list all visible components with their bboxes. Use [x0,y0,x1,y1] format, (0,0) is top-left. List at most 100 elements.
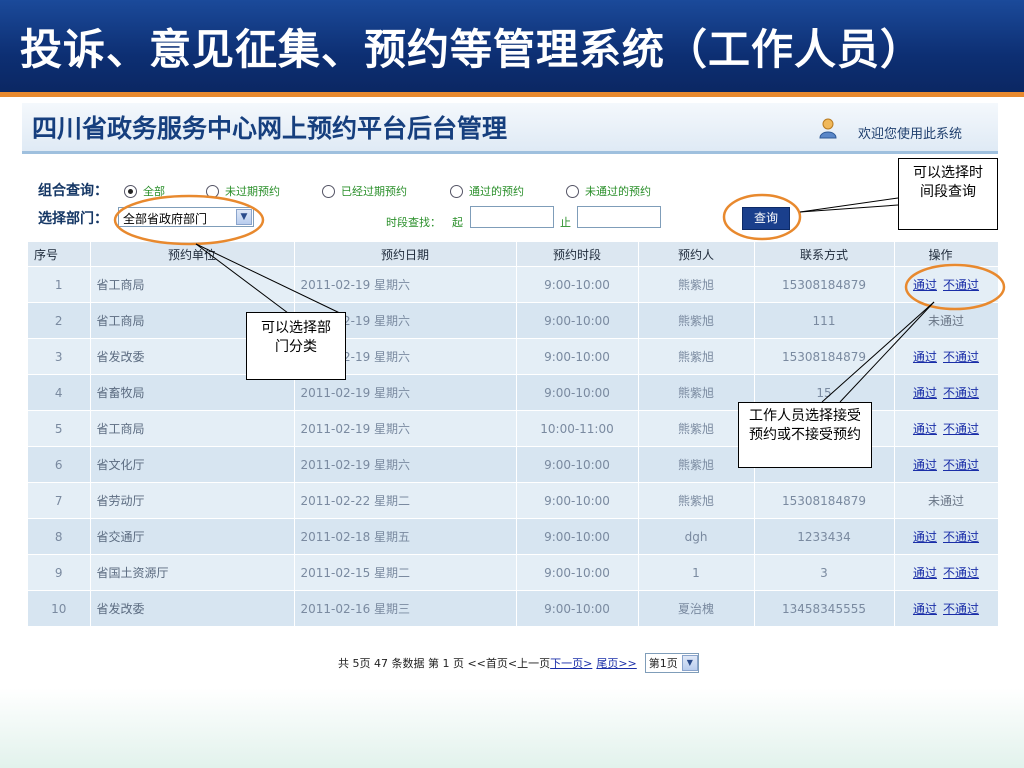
action-cell: 通过 不通过 [894,590,999,626]
approve-link[interactable]: 通过 [913,602,937,616]
approve-link[interactable]: 通过 [913,530,937,544]
dept-select-value: 全部省政府部门 [123,212,208,226]
contact-cell: 15308184879 [754,482,895,519]
radio-dot [450,184,463,198]
person-cell: 熊紫旭 [638,338,755,375]
time-slot-cell: 9:00-10:00 [516,338,639,375]
slide-title: 投诉、意见征集、预约等管理系统（工作人员） [20,25,924,74]
approve-link[interactable]: 通过 [913,566,937,580]
radio-label: 通过的预约 [469,185,524,198]
approve-link[interactable]: 通过 [913,278,937,292]
radio-expired[interactable]: 已经过期预约 [322,183,407,199]
approve-link[interactable]: 通过 [913,422,937,436]
time-slot-cell: 9:00-10:00 [516,302,639,339]
date-cell: 2011-02-19 星期六 [294,266,517,303]
row-number-cell: 10 [28,590,91,626]
col-header-contact: 联系方式 [754,242,895,267]
action-cell: 通过 不通过 [894,266,999,303]
time-pointer-line [799,204,899,213]
page-select-value: 第1页 [648,657,678,670]
col-header-action: 操作 [894,242,999,267]
person-cell: 熊紫旭 [638,410,755,447]
start-time-input[interactable] [470,206,554,228]
next-page-link[interactable]: 下一页> [550,655,592,671]
col-header-date: 预约日期 [294,242,517,267]
contact-cell: 1233434 [754,518,895,555]
callout-action: 工作人员选择接受预约或不接受预约 [738,402,872,468]
contact-cell: 15308184879 [754,338,895,375]
col-header-unit: 预约单位 [90,242,295,267]
query-button[interactable]: 查询 [742,207,790,230]
reject-link[interactable]: 不通过 [943,602,979,616]
slide-bottom-gradient [0,688,1024,768]
radio-all[interactable]: 全部 [124,183,165,199]
person-cell: 1 [638,554,755,591]
unit-cell: 省劳动厅 [90,482,295,519]
unit-cell: 省发改委 [90,590,295,626]
reject-link[interactable]: 不通过 [943,278,979,292]
reject-link[interactable]: 不通过 [943,422,979,436]
app-title: 四川省政务服务中心网上预约平台后台管理 [32,114,508,143]
unit-cell: 省工商局 [90,266,295,303]
col-header-person: 预约人 [638,242,755,267]
table-header-row: 序号 预约单位 预约日期 预约时段 预约人 联系方式 操作 [28,242,999,267]
approve-link[interactable]: 通过 [913,458,937,472]
reject-link[interactable]: 不通过 [943,458,979,472]
radio-dot [322,184,335,198]
time-slot-cell: 9:00-10:00 [516,554,639,591]
row-number-cell: 4 [28,374,91,411]
person-cell: 熊紫旭 [638,446,755,483]
row-number-cell: 3 [28,338,91,375]
row-number-cell: 1 [28,266,91,303]
table-row: 9 省国土资源厅 2011-02-15 星期二 9:00-10:00 1 3 通过 不通过 [28,554,999,591]
time-slot-cell: 9:00-10:00 [516,374,639,411]
dept-label: 选择部门： [38,211,108,227]
time-slot-cell: 9:00-10:00 [516,482,639,519]
approve-link[interactable]: 通过 [913,386,937,400]
contact-cell: 13458345555 [754,590,895,626]
reject-link[interactable]: 不通过 [943,530,979,544]
chevron-down-icon[interactable]: ▼ [236,209,252,225]
end-time-input[interactable] [577,206,661,228]
from-label: 起 [452,216,463,229]
time-slot-cell: 10:00-11:00 [516,410,639,447]
reject-link[interactable]: 不通过 [943,566,979,580]
date-cell: 2011-02-19 星期六 [294,410,517,447]
date-cell: 2011-02-16 星期三 [294,590,517,626]
table-row: 8 省交通厅 2011-02-18 星期五 9:00-10:00 dgh 1233434 通… [28,518,999,555]
radio-dot [566,184,579,198]
action-cell: 通过 不通过 [894,518,999,555]
person-cell: dgh [638,518,755,555]
slide-title-bar: 投诉、意见征集、预约等管理系统（工作人员） [0,0,1024,92]
col-header-no: 序号 [28,242,91,267]
approve-link[interactable]: 通过 [913,350,937,364]
radio-rejected[interactable]: 未通过的预约 [566,183,651,199]
dept-select[interactable]: 全部省政府部门 ▼ [118,207,254,227]
person-cell: 熊紫旭 [638,266,755,303]
radio-label: 已经过期预约 [341,185,407,198]
time-pointer-line [799,197,899,213]
radio-label: 未过期预约 [225,185,280,198]
table-row: 10 省发改委 2011-02-16 星期三 9:00-10:00 夏治槐 1345834… [28,590,999,626]
row-number-cell: 5 [28,410,91,447]
chevron-down-icon[interactable]: ▼ [681,655,698,671]
pagination: 共 5页 47 条数据 第 1 页 <<首页<上一页 下一页> 尾页>> 第1页… [338,653,699,673]
col-header-slot: 预约时段 [516,242,639,267]
page-select[interactable]: 第1页 ▼ [644,653,699,673]
action-cell: 通过 不通过 [894,338,999,375]
reject-link[interactable]: 不通过 [943,350,979,364]
welcome-text: 欢迎您使用此系统 [858,127,963,142]
last-page-link[interactable]: 尾页>> [596,655,636,671]
contact-cell: 111 [754,302,895,339]
user-icon [819,118,837,139]
radio-not-expired[interactable]: 未过期预约 [206,183,280,199]
date-cell: 2011-02-19 星期六 [294,446,517,483]
time-slot-cell: 9:00-10:00 [516,266,639,303]
time-slot-cell: 9:00-10:00 [516,590,639,626]
unit-cell: 省交通厅 [90,518,295,555]
unit-cell: 省文化厅 [90,446,295,483]
reject-link[interactable]: 不通过 [943,386,979,400]
row-number-cell: 6 [28,446,91,483]
action-cell: 未通过 [894,302,999,339]
radio-approved[interactable]: 通过的预约 [450,183,524,199]
